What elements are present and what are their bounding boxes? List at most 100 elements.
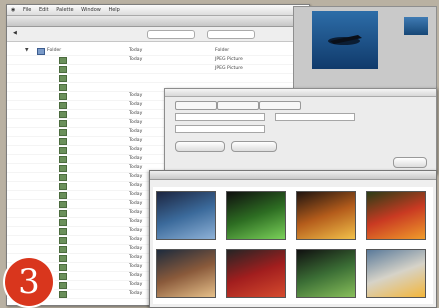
thumbnail-image[interactable] — [226, 249, 286, 298]
preview-thumbnail[interactable] — [404, 17, 428, 35]
date-cell: Today — [129, 93, 143, 98]
thumbnail-image[interactable] — [156, 249, 216, 298]
image-file-icon — [59, 66, 67, 73]
image-file-icon — [59, 75, 67, 82]
thumbnail-cell[interactable] — [296, 191, 356, 249]
image-file-icon — [59, 192, 67, 199]
tab-2[interactable] — [217, 101, 259, 110]
date-cell: Today — [129, 129, 143, 134]
thumbnail-image[interactable] — [296, 191, 356, 240]
image-file-icon — [59, 255, 67, 262]
image-file-icon — [59, 210, 67, 217]
image-file-icon — [59, 264, 67, 271]
finder-toolbar: ◀ — [7, 27, 309, 42]
tab-3[interactable] — [259, 101, 301, 110]
browser-titlebar[interactable] — [150, 171, 436, 180]
dialog-button-2[interactable] — [231, 141, 277, 152]
image-file-icon — [59, 138, 67, 145]
apple-menu-icon[interactable]: ◉ — [11, 7, 15, 13]
thumbnail-image[interactable] — [226, 191, 286, 240]
dialog-button-3[interactable] — [393, 157, 427, 168]
thumbnail-cell[interactable] — [296, 249, 356, 307]
date-cell: Today — [129, 255, 143, 260]
image-file-icon — [59, 174, 67, 181]
rename-field-2[interactable] — [175, 125, 265, 133]
window-titlebar[interactable] — [7, 16, 309, 27]
diver-photo — [312, 11, 378, 69]
image-file-icon — [59, 111, 67, 118]
date-cell: Today — [129, 111, 143, 116]
date-cell: Today — [129, 57, 143, 62]
image-file-icon — [59, 237, 67, 244]
dialog-button-1[interactable] — [175, 141, 225, 152]
date-cell: Today — [129, 273, 143, 278]
menu-bar: ◉ File Edit Palette Window Help — [7, 5, 309, 16]
diver-figure-icon — [328, 35, 362, 45]
rename-field-3[interactable] — [275, 113, 355, 121]
date-cell: Today — [129, 147, 143, 152]
date-cell: Today — [129, 156, 143, 161]
image-file-icon — [59, 201, 67, 208]
menu-palette[interactable]: Palette — [56, 7, 73, 13]
date-cell: Today — [129, 183, 143, 188]
folder-name: Folder — [47, 48, 62, 53]
image-file-icon — [59, 165, 67, 172]
image-file-icon — [59, 219, 67, 226]
thumbnail-cell[interactable] — [226, 249, 286, 307]
image-file-icon — [59, 183, 67, 190]
kind-cell: Folder — [215, 48, 230, 53]
rename-field-1[interactable] — [175, 113, 265, 121]
image-file-icon — [59, 228, 67, 235]
thumbnail-grid — [153, 187, 433, 304]
thumbnail-image[interactable] — [366, 191, 426, 240]
menu-window[interactable]: Window — [81, 7, 101, 13]
date-cell: Today — [129, 201, 143, 206]
thumbnail-image[interactable] — [296, 249, 356, 298]
image-file-icon — [59, 102, 67, 109]
image-file-icon — [59, 156, 67, 163]
date-cell: Today — [129, 291, 143, 296]
image-file-icon — [59, 57, 67, 64]
thumbnail-cell[interactable] — [366, 249, 426, 307]
menu-file[interactable]: File — [23, 7, 31, 13]
image-file-icon — [59, 120, 67, 127]
date-cell: Today — [129, 237, 143, 242]
thumbnail-image[interactable] — [366, 249, 426, 298]
image-file-icon — [59, 147, 67, 154]
disclosure-triangle-icon[interactable]: ▼ — [25, 46, 29, 55]
date-cell: Today — [129, 48, 143, 53]
tab-1[interactable] — [175, 101, 217, 110]
thumbnail-cell[interactable] — [226, 191, 286, 249]
thumbnail-cell[interactable] — [156, 191, 216, 249]
date-cell: Today — [129, 174, 143, 179]
kind-cell: JPEG Picture — [215, 57, 243, 62]
date-cell: Today — [129, 138, 143, 143]
view-selector-2[interactable] — [207, 30, 255, 39]
thumbnail-image[interactable] — [156, 191, 216, 240]
date-cell: Today — [129, 165, 143, 170]
batch-rename-dialog — [164, 88, 437, 174]
date-cell: Today — [129, 120, 143, 125]
view-selector[interactable] — [147, 30, 195, 39]
date-cell: Today — [129, 282, 143, 287]
step-number-badge: 3 — [5, 258, 53, 306]
date-cell: Today — [129, 246, 143, 251]
date-cell: Today — [129, 210, 143, 215]
image-file-icon — [59, 84, 67, 91]
image-file-icon — [59, 129, 67, 136]
thumbnail-cell[interactable] — [156, 249, 216, 307]
date-cell: Today — [129, 264, 143, 269]
back-icon[interactable]: ◀ — [13, 30, 17, 36]
menu-help[interactable]: Help — [108, 7, 119, 13]
date-cell: Today — [129, 102, 143, 107]
menu-edit[interactable]: Edit — [39, 7, 49, 13]
image-browser-window — [149, 170, 437, 308]
image-file-icon — [59, 291, 67, 298]
image-file-icon — [59, 282, 67, 289]
date-cell: Today — [129, 192, 143, 197]
dialog-titlebar[interactable] — [165, 89, 436, 97]
kind-cell: JPEG Picture — [215, 66, 243, 71]
preview-window — [293, 6, 437, 90]
folder-icon — [37, 48, 45, 55]
thumbnail-cell[interactable] — [366, 191, 426, 249]
